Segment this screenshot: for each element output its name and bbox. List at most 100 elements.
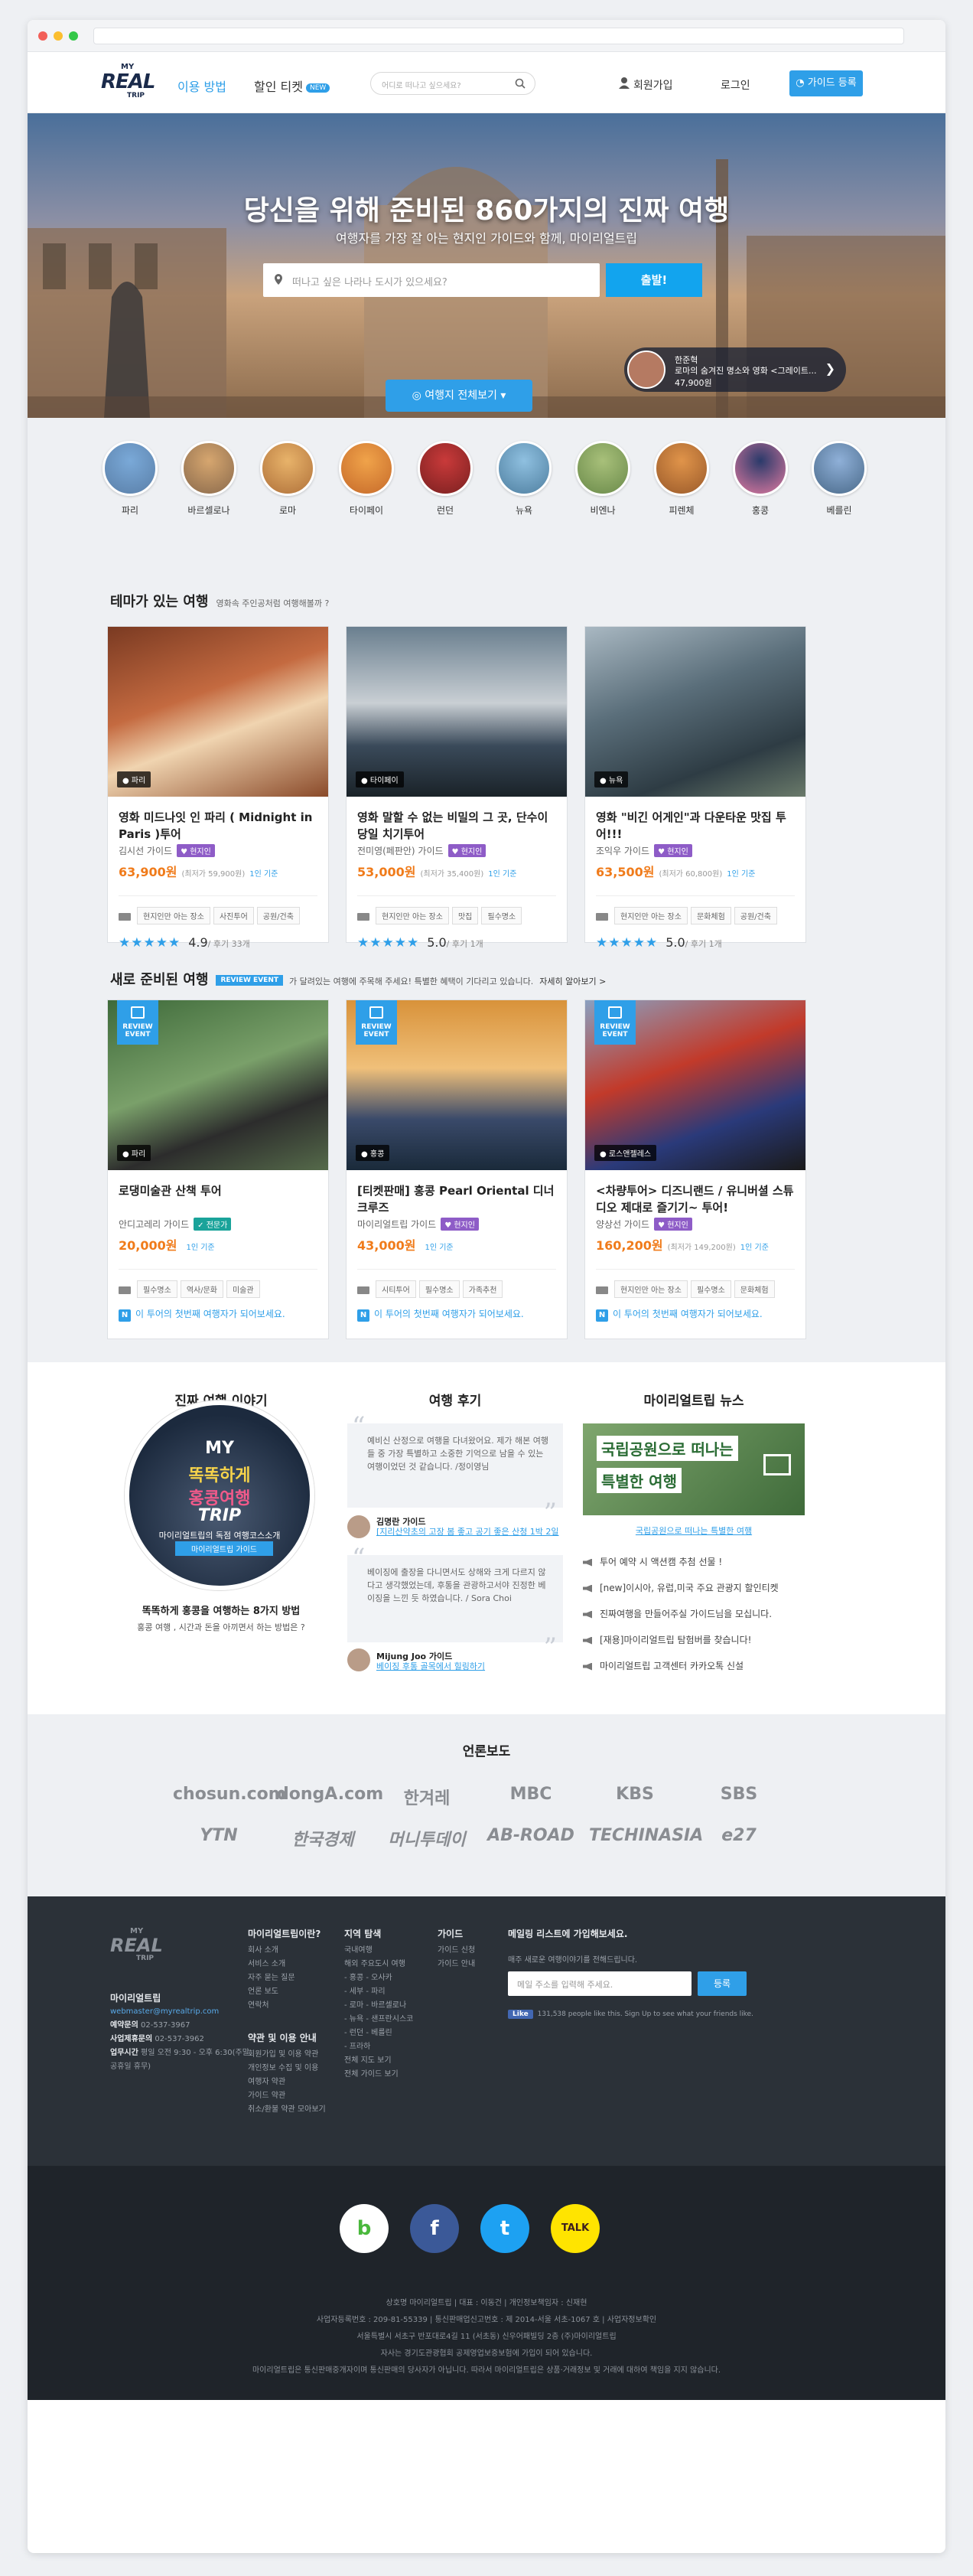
category-chip[interactable]: 현지인만 아는 장소 bbox=[614, 1280, 688, 1298]
news-item[interactable]: 마이리얼트립 고객센터 카카오톡 신설 bbox=[583, 1659, 744, 1672]
press-logo[interactable]: AB-ROAD bbox=[485, 1826, 577, 1845]
footer-link[interactable]: 취소/환불 약관 모아보기 bbox=[248, 2103, 326, 2117]
footer-email[interactable]: webmaster@myrealtrip.com bbox=[110, 2005, 219, 2019]
address-bar[interactable] bbox=[93, 28, 904, 44]
search-icon[interactable] bbox=[515, 78, 526, 89]
press-logo[interactable]: SBS bbox=[693, 1785, 785, 1804]
city-item[interactable]: 홍콩 bbox=[728, 441, 792, 517]
nav-search-input[interactable]: 어디로 떠나고 싶으세요? bbox=[370, 72, 535, 95]
category-chip[interactable]: 문화체험 bbox=[690, 907, 731, 924]
signup-link[interactable]: 회원가입 bbox=[633, 77, 673, 93]
story-headline[interactable]: 똑똑하게 홍콩을 여행하는 8가지 방법 bbox=[110, 1603, 332, 1617]
category-chip[interactable]: 공원/건축 bbox=[256, 907, 300, 924]
footer-link[interactable]: 회사 소개 bbox=[248, 1944, 278, 1958]
footer-link[interactable]: 가이드 신청 bbox=[438, 1944, 475, 1958]
news-item[interactable]: 투어 예약 시 액션캠 추첨 선물 ! bbox=[583, 1555, 722, 1568]
city-item[interactable]: 로마 bbox=[255, 441, 320, 517]
tour-card[interactable]: ● 파리 영화 미드나잇 인 파리 ( Midnight in Paris )투어… bbox=[107, 626, 329, 951]
city-item[interactable]: 뉴욕 bbox=[492, 441, 556, 517]
learn-more-link[interactable]: 자세히 알아보기 > bbox=[539, 977, 606, 986]
review-tour-link-2[interactable]: 베이징 후통 골목에서 힐링하기 bbox=[376, 1661, 560, 1672]
category-chip[interactable]: 문화체험 bbox=[734, 1280, 775, 1298]
press-logo[interactable]: YTN bbox=[173, 1826, 265, 1845]
press-logo[interactable]: 머니투데이 bbox=[381, 1826, 473, 1850]
category-chip[interactable]: 필수명소 bbox=[137, 1280, 177, 1298]
kakao-talk-icon[interactable]: TALK bbox=[551, 2204, 600, 2253]
footer-link[interactable]: - 로마 - 바르셀로나 bbox=[344, 1999, 406, 2013]
email-field[interactable]: 메일 주소를 입력해 주세요. bbox=[508, 1971, 692, 1996]
maximize-dot-icon[interactable] bbox=[69, 31, 78, 41]
category-chip[interactable]: 현지인만 아는 장소 bbox=[137, 907, 210, 924]
footer-link[interactable]: 회원가입 및 이용 약관 bbox=[248, 2048, 318, 2062]
footer-link[interactable]: 국내여행 bbox=[344, 1944, 373, 1958]
city-item[interactable]: 피렌체 bbox=[649, 441, 714, 517]
press-logo[interactable]: TECHINASIA bbox=[589, 1826, 703, 1845]
press-logo[interactable]: MBC bbox=[485, 1785, 577, 1804]
tour-title[interactable]: [티켓판매] 홍콩 Pearl Oriental 디너 크루즈 bbox=[347, 1170, 567, 1218]
category-chip[interactable]: 시티투어 bbox=[376, 1280, 416, 1298]
city-item[interactable]: 바르셀로나 bbox=[177, 441, 241, 517]
depart-button[interactable]: 출발! bbox=[606, 263, 702, 297]
site-logo[interactable]: MY REAL TRIP bbox=[101, 63, 156, 103]
tour-title[interactable]: <차량투어> 디즈니랜드 / 유니버셜 스튜디오 제대로 즐기기~ 투어! bbox=[585, 1170, 805, 1218]
footer-link[interactable]: - 런던 - 베를린 bbox=[344, 2027, 392, 2040]
tour-title[interactable]: 영화 말할 수 없는 비밀의 그 곳, 단수이 당일 치기투어 bbox=[347, 797, 567, 844]
footer-link[interactable]: - 세부 - 파리 bbox=[344, 1985, 386, 1999]
tour-card[interactable]: REVIEW EVENT ● 파리 로댕미술관 산책 투어 안디고레리 가이드 ✓ 전문가… bbox=[107, 999, 329, 1339]
footer-link[interactable]: - 프라하 bbox=[344, 2040, 370, 2054]
category-chip[interactable]: 역사/문화 bbox=[180, 1280, 223, 1298]
category-chip[interactable]: 필수명소 bbox=[418, 1280, 460, 1298]
press-logo[interactable]: dongA.com bbox=[277, 1785, 383, 1804]
facebook-like-button[interactable]: Like bbox=[508, 2010, 533, 2019]
footer-link[interactable]: - 뉴욕 - 샌프란시스코 bbox=[344, 2013, 413, 2027]
facebook-icon[interactable]: f bbox=[410, 2204, 459, 2253]
footer-link[interactable]: 전체 지도 보기 bbox=[344, 2054, 392, 2068]
band-icon[interactable]: b bbox=[340, 2204, 389, 2253]
featured-tour-card[interactable]: 한준혁 로마의 숨겨진 명소와 영화 <그레이트... 47,900원 ❯ bbox=[624, 347, 846, 392]
press-logo[interactable]: e27 bbox=[693, 1826, 785, 1845]
minimize-dot-icon[interactable] bbox=[54, 31, 63, 41]
story-image[interactable]: MY 똑똑하게 홍콩여행 TRIP 마이리얼트립의 독점 여행코스소개 마이리얼… bbox=[125, 1400, 314, 1590]
press-logo[interactable]: 한겨레 bbox=[381, 1785, 473, 1809]
category-chip[interactable]: 현지인만 아는 장소 bbox=[376, 907, 449, 924]
footer-link[interactable]: 서비스 소개 bbox=[248, 1958, 285, 1971]
review-tour-link-1[interactable]: [지리산약초의 고장 봄 좋고 공기 좋은 산청 1박 2일 bbox=[376, 1526, 560, 1537]
category-chip[interactable]: 공원/건축 bbox=[734, 907, 777, 924]
all-destinations-button[interactable]: ◎ 여행지 전체보기 ▾ bbox=[386, 380, 532, 412]
category-chip[interactable]: 필수명소 bbox=[690, 1280, 731, 1298]
category-chip[interactable]: 가족추천 bbox=[462, 1280, 503, 1298]
footer-link[interactable]: 가이드 약관 bbox=[248, 2089, 285, 2103]
news-feature-caption[interactable]: 국립공원으로 떠나는 특별한 여행 bbox=[583, 1524, 805, 1537]
press-logo[interactable]: KBS bbox=[589, 1785, 681, 1804]
footer-link[interactable]: - 홍콩 - 오사카 bbox=[344, 1971, 392, 1985]
tour-card[interactable]: ● 타이페이 영화 말할 수 없는 비밀의 그 곳, 단수이 당일 치기투어 전미영… bbox=[346, 626, 568, 951]
close-dot-icon[interactable] bbox=[38, 31, 47, 41]
guide-register-button[interactable]: ◔ 가이드 등록 bbox=[789, 70, 863, 96]
category-chip[interactable]: 현지인만 아는 장소 bbox=[614, 907, 688, 924]
city-item[interactable]: 비엔나 bbox=[571, 441, 635, 517]
login-link[interactable]: 로그인 bbox=[721, 77, 750, 93]
footer-link[interactable]: 언론 보도 bbox=[248, 1985, 278, 1999]
tour-card[interactable]: REVIEW EVENT ● 홍콩 [티켓판매] 홍콩 Pearl Oriental … bbox=[346, 999, 568, 1339]
nav-how-to-use[interactable]: 이용 방법 bbox=[177, 77, 226, 95]
category-chip[interactable]: 미술관 bbox=[226, 1280, 260, 1298]
news-item[interactable]: 진짜여행을 만들어주실 가이드님을 모십니다. bbox=[583, 1607, 772, 1620]
category-chip[interactable]: 맛집 bbox=[451, 907, 479, 924]
footer-link[interactable]: 전체 가이드 보기 bbox=[344, 2068, 399, 2082]
tour-title[interactable]: 영화 미드나잇 인 파리 ( Midnight in Paris )투어 bbox=[108, 797, 328, 844]
category-chip[interactable]: 필수명소 bbox=[481, 907, 522, 924]
city-item[interactable]: 타이페이 bbox=[334, 441, 399, 517]
tour-card[interactable]: REVIEW EVENT ● 로스앤젤레스 <차량투어> 디즈니랜드 / 유니버셜 스… bbox=[584, 999, 806, 1339]
chevron-right-icon[interactable]: ❯ bbox=[825, 361, 835, 376]
city-item[interactable]: 파리 bbox=[98, 441, 162, 517]
footer-link[interactable]: 개인정보 수집 및 이용 bbox=[248, 2062, 318, 2075]
footer-link[interactable]: 자주 묻는 질문 bbox=[248, 1971, 295, 1985]
footer-link[interactable]: 여행자 약관 bbox=[248, 2075, 285, 2089]
press-logo[interactable]: chosun.com bbox=[173, 1785, 286, 1804]
press-logo[interactable]: 한국경제 bbox=[277, 1826, 369, 1850]
city-item[interactable]: 베를린 bbox=[807, 441, 871, 517]
news-item[interactable]: [재용]마이리얼트립 탐험버를 찾습니다! bbox=[583, 1633, 751, 1646]
tour-title[interactable]: 영화 "비긴 어게인"과 다운타운 맛집 투어!!! bbox=[585, 797, 805, 844]
category-chip[interactable]: 사진투어 bbox=[213, 907, 254, 924]
footer-link[interactable]: 해외 주요도시 여행 bbox=[344, 1958, 405, 1971]
